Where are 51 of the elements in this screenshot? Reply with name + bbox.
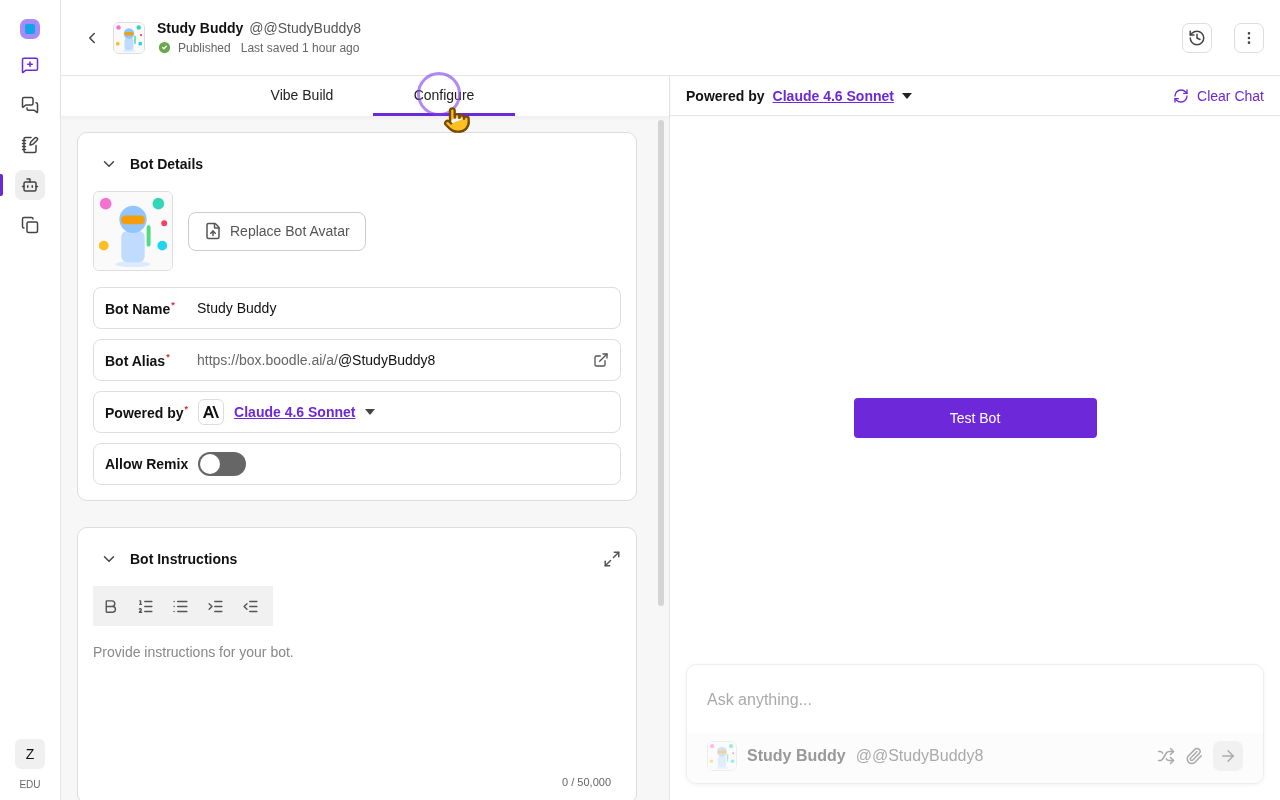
section-title: Bot Instructions bbox=[130, 551, 239, 567]
character-counter: 0 / 50,000 bbox=[562, 776, 611, 788]
field-value: Study Buddy bbox=[197, 300, 278, 316]
dropdown-caret-icon[interactable] bbox=[901, 92, 912, 99]
field-label: Allow Remix bbox=[105, 456, 189, 472]
bot-icon bbox=[21, 176, 39, 194]
clear-chat-button[interactable]: Clear Chat bbox=[1173, 87, 1264, 104]
alias-url: https://box.boodle.ai/a/@StudyBuddy8 bbox=[197, 352, 437, 368]
model-link[interactable]: Claude 4.6 Sonnet bbox=[772, 87, 894, 104]
model-logo-icon bbox=[198, 399, 225, 425]
scrollbar-thumb[interactable] bbox=[658, 120, 664, 606]
external-link-icon[interactable] bbox=[593, 352, 609, 368]
history-icon bbox=[1188, 28, 1206, 47]
notebook-icon bbox=[21, 136, 39, 154]
bot-title: Study Buddy bbox=[157, 20, 244, 36]
copy-icon bbox=[21, 216, 39, 234]
model-link[interactable]: Claude 4.6 Sonnet bbox=[234, 404, 356, 420]
bot-name: Study Buddy bbox=[747, 747, 846, 765]
instructions-card[interactable]: Bot Instructions Provide instructions for your bot. 0 / 50,000 bbox=[77, 527, 637, 800]
numbered-list-icon bbox=[137, 597, 154, 615]
test-bot-button[interactable]: Test Bot bbox=[853, 398, 1097, 438]
allow-remix-toggle[interactable] bbox=[198, 452, 247, 476]
user-avatar[interactable]: Z bbox=[15, 739, 45, 769]
active-indicator bbox=[0, 174, 3, 196]
expand-icon[interactable] bbox=[603, 550, 621, 568]
pointer-cursor-icon bbox=[443, 106, 471, 134]
app-logo-icon[interactable] bbox=[19, 18, 41, 40]
rail-button[interactable] bbox=[15, 170, 45, 200]
bot-name-field[interactable]: Bot Name$^{*}$ Study Buddy bbox=[93, 287, 621, 329]
bot-handle: @@StudyBuddy8 bbox=[249, 20, 362, 36]
status-label: Published bbox=[178, 40, 231, 55]
field-label: Bot Alias$^{*}$ bbox=[105, 351, 171, 369]
new-chat-icon bbox=[21, 56, 39, 74]
refresh-icon bbox=[1173, 87, 1190, 104]
dropdown-caret-icon[interactable] bbox=[365, 409, 376, 415]
plan-label: EDU bbox=[19, 779, 41, 790]
file-upload-icon bbox=[204, 222, 222, 240]
powered-by-label: Powered by bbox=[686, 87, 765, 104]
check-icon bbox=[157, 40, 172, 55]
replace-avatar-button[interactable]: Replace Bot Avatar bbox=[188, 211, 366, 251]
bot-alias-field[interactable]: Bot Alias$^{*}$ https://box.boodle.ai/a/@StudyBuddy8 bbox=[93, 339, 621, 381]
tab[interactable]: Vibe Build bbox=[231, 76, 373, 116]
saved-label: Last saved 1 hour ago bbox=[240, 40, 360, 55]
field-label: Powered by$^{*}$ bbox=[105, 403, 189, 421]
arrow-right-icon bbox=[1219, 747, 1237, 765]
chat-input[interactable]: Ask anything... bbox=[707, 691, 1243, 709]
section-title: Bot Details bbox=[130, 156, 205, 172]
history-button[interactable] bbox=[1182, 22, 1212, 53]
field-label: Bot Name$^{*}$ bbox=[105, 299, 176, 317]
chats-icon bbox=[21, 96, 39, 114]
bot-handle: @@StudyBuddy8 bbox=[855, 747, 985, 765]
